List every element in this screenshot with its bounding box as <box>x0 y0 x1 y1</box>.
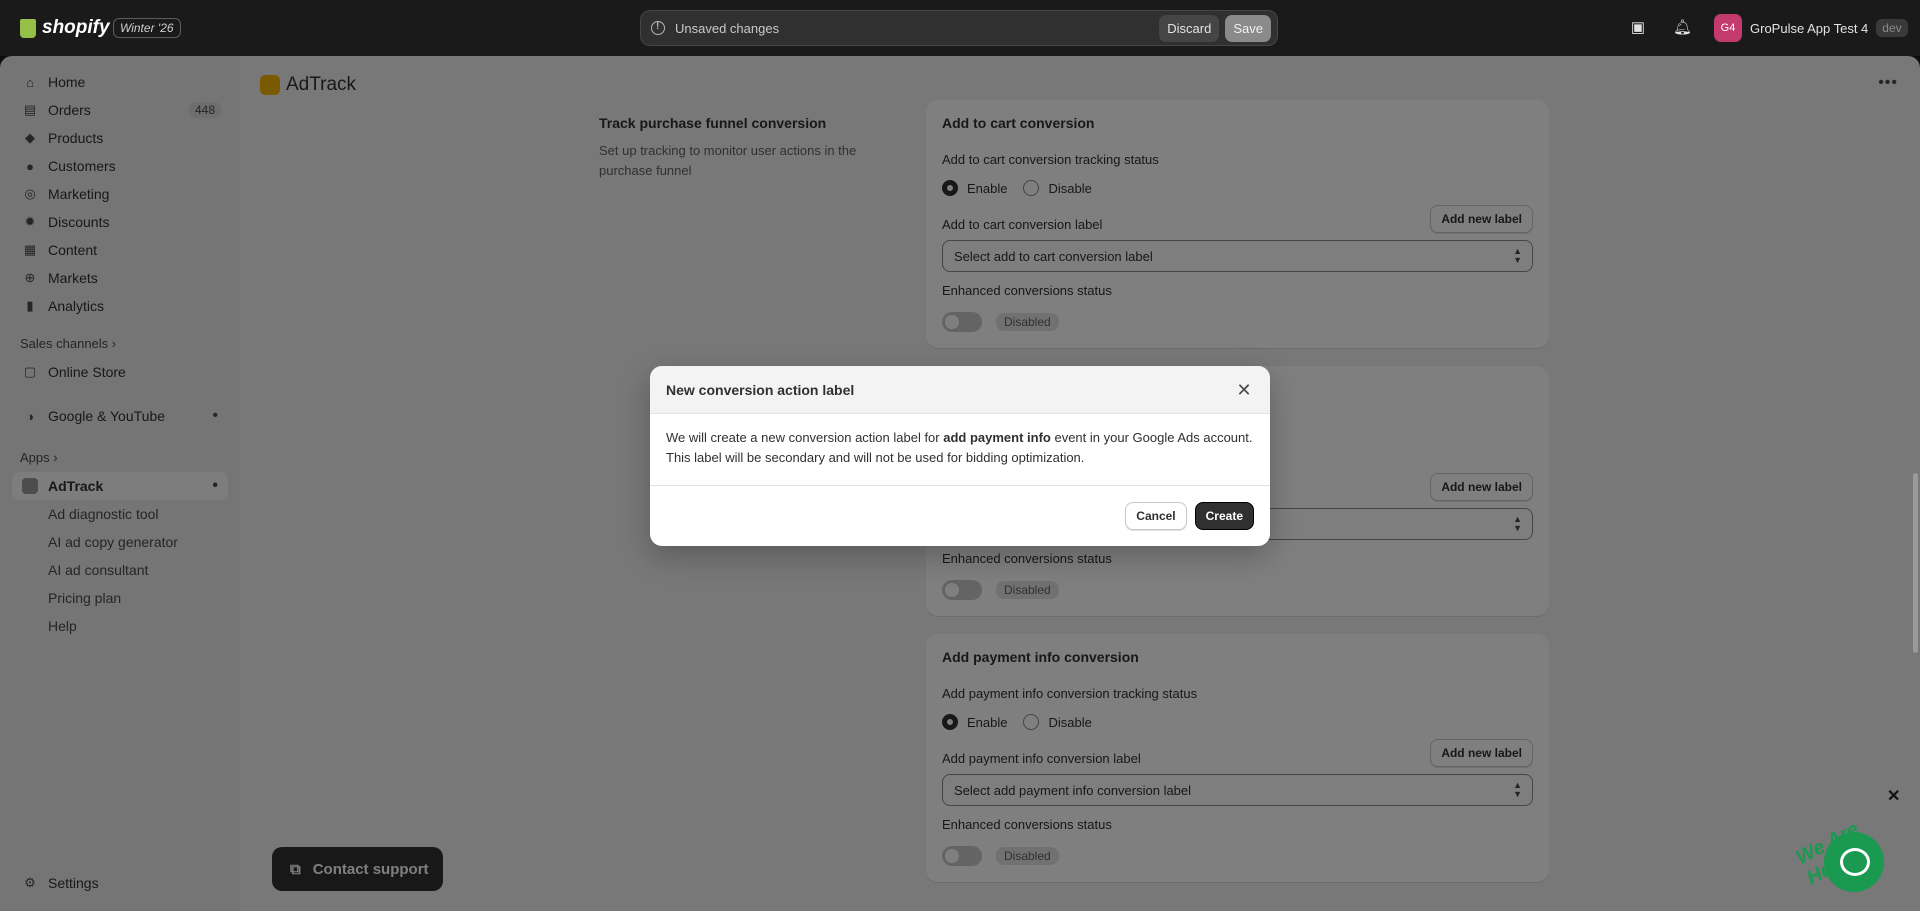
unsaved-changes-bar: Unsaved changes Discard Save <box>640 10 1278 46</box>
cancel-button[interactable]: Cancel <box>1125 502 1187 530</box>
top-bar: shopify Winter '26 Unsaved changes Disca… <box>0 0 1920 56</box>
create-button[interactable]: Create <box>1194 502 1254 530</box>
scrollbar[interactable] <box>1913 473 1918 653</box>
event-name: add payment info <box>943 430 1051 445</box>
shopify-logo[interactable]: shopify <box>20 17 110 39</box>
inbox-icon[interactable]: ▣ <box>1629 19 1647 37</box>
modal-footer: Cancel Create <box>650 486 1270 546</box>
env-badge: dev <box>1876 19 1908 37</box>
unsaved-text: Unsaved changes <box>675 20 780 36</box>
close-icon[interactable]: ✕ <box>1234 380 1254 400</box>
modal-title: New conversion action label <box>666 381 855 398</box>
discard-button[interactable]: Discard <box>1159 14 1220 42</box>
edition-badge: Winter '26 <box>113 18 181 38</box>
modal-body: We will create a new conversion action l… <box>650 414 1270 486</box>
store-name: GroPulse App Test 4 <box>1750 20 1869 36</box>
info-icon <box>651 21 665 35</box>
modal-header: New conversion action label ✕ <box>650 366 1270 414</box>
avatar: G4 <box>1714 14 1742 42</box>
brand-name: shopify <box>42 17 110 38</box>
new-label-modal: New conversion action label ✕ We will cr… <box>650 366 1270 546</box>
store-menu[interactable]: G4 GroPulse App Test 4 dev <box>1714 14 1908 42</box>
bell-icon[interactable]: 🔔︎ <box>1673 19 1692 37</box>
shopify-bag-icon <box>20 18 36 38</box>
save-button[interactable]: Save <box>1225 14 1271 42</box>
chat-bubble-button[interactable] <box>1824 832 1884 892</box>
